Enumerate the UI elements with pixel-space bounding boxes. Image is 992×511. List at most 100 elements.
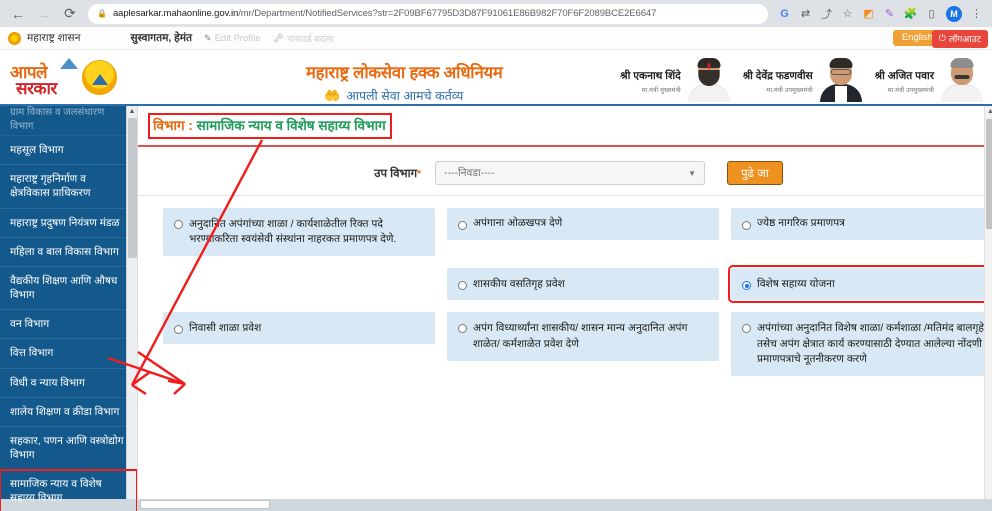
department-title-row: विभाग : सामाजिक न्याय व विशेष सहाय्य विभ… — [138, 106, 992, 147]
page-viewport: महाराष्ट्र शासन सुस्वागतम, हेमंत ✎ Edit … — [0, 27, 992, 511]
sidepanel-icon[interactable]: ▯ — [922, 4, 941, 23]
back-arrow-icon[interactable]: ← — [6, 2, 30, 26]
department-title: विभाग : सामाजिक न्याय व विशेष सहाय्य विभ… — [153, 116, 386, 134]
power-icon: ⏻ — [938, 33, 946, 43]
site-logo[interactable]: आपले सरकार — [0, 56, 117, 98]
key-icon[interactable]: 🗝 — [273, 33, 284, 44]
service-option-senior-citizen-certificate[interactable]: ज्येष्ठ नागरिक प्रमाणपत्र — [731, 208, 992, 240]
proceed-button[interactable]: पुढे जा — [727, 161, 783, 185]
bookmark-star-icon[interactable]: ☆ — [838, 4, 857, 23]
three-dot-menu-icon[interactable]: ⋮ — [967, 4, 986, 23]
site-subtitle: आपली सेवा आमचे कर्तव्य — [346, 89, 464, 103]
extensions-puzzle-icon[interactable]: 🧩 — [901, 4, 920, 23]
extension-orange-icon[interactable]: ◩ — [859, 4, 878, 23]
main-panel: विभाग : सामाजिक न्याय व विशेष सहाय्य विभ… — [137, 106, 992, 511]
sidebar-item-forest[interactable]: वन विभाग — [0, 310, 137, 340]
scroll-up-icon[interactable]: ▲ — [127, 106, 137, 117]
sidebar-item-medical-education[interactable]: वैद्यकीय शिक्षण आणि औषध विभाग — [0, 267, 137, 311]
browser-toolbar: ← → ⟳ 🔒 aaplesarkar.mahaonline.gov.in/mr… — [0, 0, 992, 27]
sidebar-item-revenue[interactable]: महसूल विभाग — [0, 136, 137, 166]
temple-icon — [60, 58, 78, 69]
ministers-strip: श्री एकनाथ शिंदे मा.मंत्री मुख्यमंत्री श… — [620, 56, 986, 102]
logo-line2: सरकार — [16, 79, 57, 98]
service-option-noc-vacant-posts[interactable]: अनुदानित अपंगांच्या शाळा / कार्यशाळेतील … — [163, 208, 435, 257]
edit-profile-link[interactable]: Edit Profile — [215, 33, 261, 44]
share-icon[interactable]: ⤴ — [817, 4, 836, 23]
service-label: ज्येष्ठ नागरिक प्रमाणपत्र — [757, 217, 845, 230]
radio-icon[interactable] — [458, 323, 467, 333]
main-scrollbar[interactable]: ▲ ▼ — [984, 106, 992, 511]
logout-button[interactable]: ⏻ लॉगआउट — [931, 29, 988, 48]
services-grid: अनुदानित अपंगांच्या शाळा / कार्यशाळेतील … — [138, 196, 992, 377]
translate-icon[interactable]: ⇄ — [796, 4, 815, 23]
address-bar[interactable]: 🔒 aaplesarkar.mahaonline.gov.in/mr/Depar… — [88, 3, 768, 24]
service-label: निवासी शाळा प्रवेश — [189, 321, 262, 334]
radio-icon[interactable] — [742, 323, 751, 333]
sidebar-item-social-justice[interactable]: सामाजिक न्याय व विशेष सहाय्य विभाग — [0, 469, 137, 511]
subdepartment-select[interactable]: ----निवडा---- ▼ — [435, 161, 705, 185]
chevron-down-icon: ▼ — [688, 168, 696, 178]
reload-icon[interactable]: ⟳ — [58, 2, 82, 26]
aaple-sarkar-wordmark: आपले सरकार — [8, 56, 78, 98]
radio-icon[interactable] — [174, 219, 183, 229]
avatar[interactable]: M — [946, 5, 962, 22]
sidebar-item-pollution[interactable]: महाराष्ट्र प्रदुषण नियंत्रण मंडळ — [0, 209, 137, 238]
gov-label: महाराष्ट्र शासन — [27, 32, 81, 44]
sidebar-item-school-education[interactable]: शालेय शिक्षण व क्रीडा विभाग — [0, 398, 137, 427]
service-option-special-assistance-scheme[interactable]: विशेष सहाय्य योजना — [728, 265, 992, 304]
department-title-value: सामाजिक न्याय व विशेष सहाय्य विभाग — [196, 118, 386, 133]
subdepartment-form-row: उप विभाग* ----निवडा---- ▼ पुढे जा — [138, 147, 992, 196]
radio-icon[interactable] — [742, 281, 751, 291]
service-label: अपंग विध्यार्थ्यांना शासकीय/ शासन मान्य … — [473, 322, 688, 350]
sidebar-scrollbar[interactable]: ▲ ▼ — [126, 106, 137, 511]
minister-name: श्री देवेंद्र फडणवीस — [742, 70, 813, 82]
service-label: विशेष सहाय्य योजना — [757, 277, 835, 290]
radio-icon[interactable] — [458, 281, 467, 291]
service-option-government-hostel-admission[interactable]: शासकीय वसतिगृह प्रवेश — [447, 268, 719, 301]
radio-icon[interactable] — [174, 325, 183, 335]
minister-role: मा.मंत्री उपमुख्यमंत्री — [766, 87, 813, 94]
sidebar-item-finance[interactable]: वित्त विभाग — [0, 339, 137, 369]
minister-name: श्री अजित पवार — [874, 70, 934, 82]
lock-icon: 🔒 — [97, 9, 107, 18]
logout-label: लॉगआउट — [948, 34, 981, 44]
service-label: अपंगाना ओळखपत्र देणे — [473, 217, 563, 230]
site-title-block: महाराष्ट्र लोकसेवा हक्क अधिनियम 🤲 आपली स… — [306, 60, 503, 104]
sidebar-item-housing[interactable]: महाराष्ट्र गृहनिर्माण व क्षेत्रविकास प्र… — [0, 165, 137, 209]
sidebar-item-law-justice[interactable]: विधी व न्याय विभाग — [0, 369, 137, 398]
service-label: शासकीय वसतिगृह प्रवेश — [473, 277, 565, 290]
minister-photo — [938, 56, 986, 102]
scrollbar-thumb[interactable] — [986, 119, 992, 229]
forward-arrow-icon: → — [37, 5, 51, 22]
subdepartment-label: उप विभाग* — [138, 166, 435, 181]
radio-icon[interactable] — [458, 220, 467, 230]
radio-icon[interactable] — [742, 220, 751, 230]
pencil-icon[interactable]: ✎ — [204, 33, 212, 44]
site-header: आपले सरकार महाराष्ट्र लोकसेवा हक्क अधिनि… — [0, 50, 992, 106]
horizontal-scrollbar[interactable] — [0, 499, 992, 511]
sidebar-item-cooperation-marketing[interactable]: सहकार, पणन आणि वस्त्रोद्योग विभाग — [0, 427, 137, 471]
url-path: /mr/Department/NotifiedServices?str=2F09… — [238, 8, 657, 19]
service-label: अपंगांच्या अनुदानित विशेष शाळा/ कर्मशाळा… — [757, 322, 984, 365]
change-password-link[interactable]: पासवर्ड बदला — [287, 32, 334, 45]
service-option-disability-id-card[interactable]: अपंगाना ओळखपत्र देणे — [447, 208, 719, 240]
google-icon[interactable]: G — [775, 4, 794, 23]
service-option-disabled-student-admission[interactable]: अपंग विध्यार्थ्यांना शासकीय/ शासन मान्य … — [447, 312, 719, 361]
url-host: aaplesarkar.mahaonline.gov.in — [112, 8, 239, 19]
scrollbar-thumb[interactable] — [128, 118, 137, 258]
service-option-registration-certificate-renewal[interactable]: अपंगांच्या अनुदानित विशेष शाळा/ कर्मशाळा… — [731, 312, 992, 377]
welcome-text: सुस्वागतम, हेमंत — [130, 32, 193, 44]
helping-hands-icon: 🤲 — [324, 87, 341, 103]
content-area: ग्राम विकास व जलसंधारण विभाग महसूल विभाग… — [0, 106, 992, 511]
scroll-up-icon[interactable]: ▲ — [985, 106, 992, 118]
sidebar-item-women-child[interactable]: महिला व बाल विकास विभाग — [0, 238, 137, 267]
sidebar-item-partial[interactable]: ग्राम विकास व जलसंधारण विभाग — [0, 106, 137, 136]
department-title-label: विभाग : — [153, 118, 193, 133]
minister-card: श्री देवेंद्र फडणवीस मा.मंत्री उपमुख्यमं… — [743, 56, 865, 102]
department-title-highlight: विभाग : सामाजिक न्याय व विशेष सहाय्य विभ… — [148, 113, 392, 139]
minister-name: श्री एकनाथ शिंदे — [620, 70, 681, 82]
horizontal-scrollbar-thumb[interactable] — [140, 500, 270, 509]
subdepartment-selected-value: ----निवडा---- — [444, 167, 495, 179]
service-option-residential-school-admission[interactable]: निवासी शाळा प्रवेश — [163, 312, 435, 345]
pen-purple-icon[interactable]: ✎ — [880, 4, 899, 23]
